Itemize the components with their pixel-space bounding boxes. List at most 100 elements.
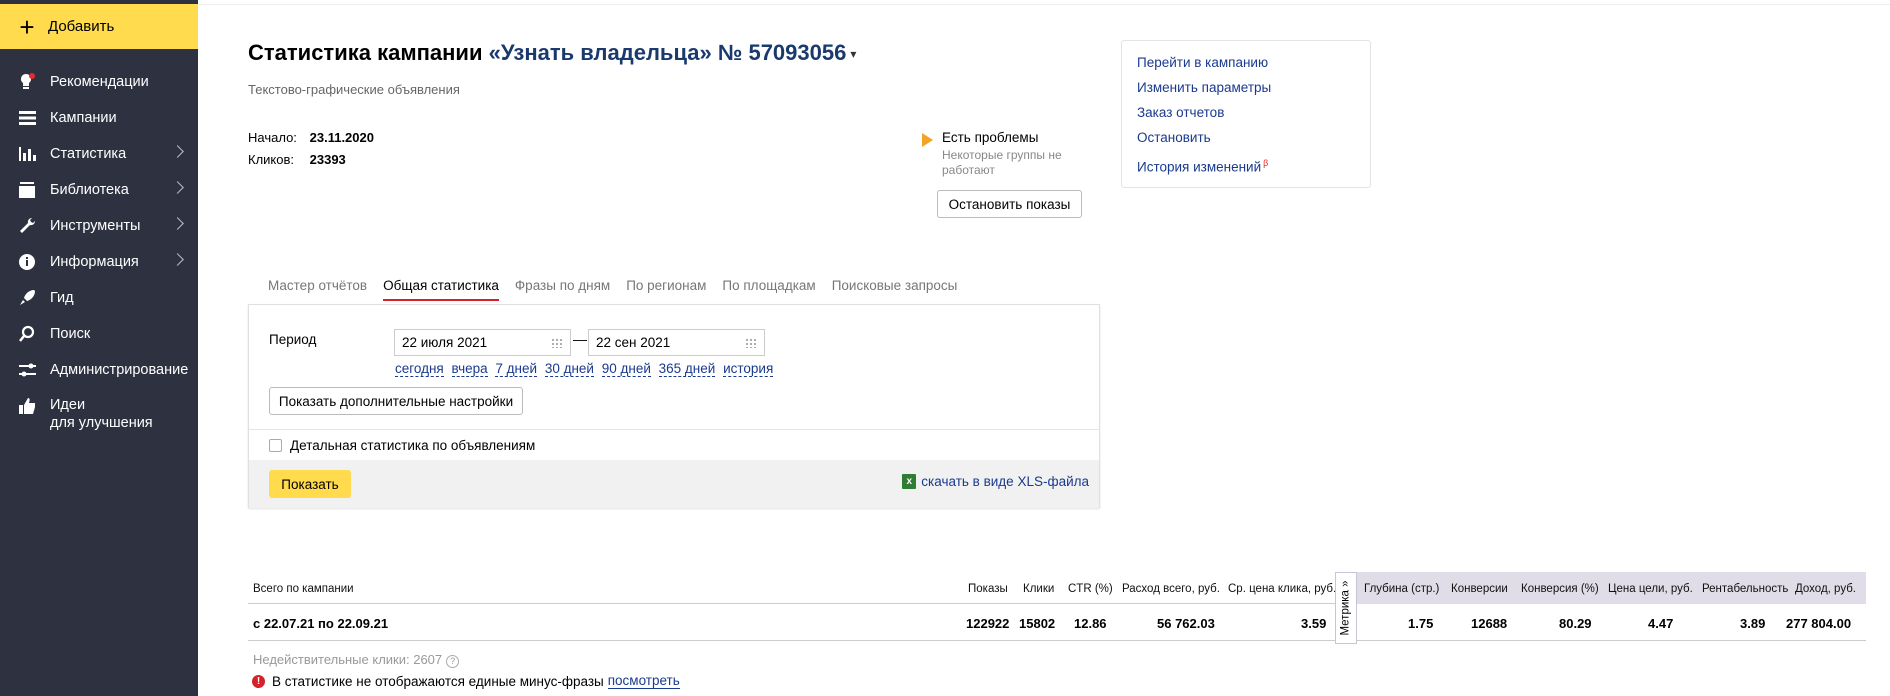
date-from-input[interactable]: 22 июля 2021: [394, 329, 571, 356]
row-spend: 56 762.03: [1157, 616, 1215, 631]
campaign-name[interactable]: «Узнать владельца» № 57093056: [489, 40, 847, 65]
sidebar-item-guide[interactable]: Гид: [0, 280, 198, 316]
clicks-row: Кликов: 23393: [248, 152, 346, 167]
sidebar-item-search[interactable]: Поиск: [0, 316, 198, 352]
sidebar-item-ideas[interactable]: Идеи для улучшения: [0, 388, 198, 440]
header-goal-cost[interactable]: Цена цели, руб.: [1608, 583, 1693, 595]
order-reports-link[interactable]: Заказ отчетов: [1137, 104, 1355, 129]
page-title-prefix: Статистика кампании: [248, 40, 483, 65]
sidebar-item-label: Инструменты: [50, 218, 141, 234]
chevron-right-icon: [171, 145, 184, 158]
header-conversions[interactable]: Конверсии: [1451, 583, 1508, 595]
filter-panel: Период 22 июля 2021 — 22 сен 2021 сегодн…: [248, 304, 1100, 508]
date-range-dash: —: [573, 331, 587, 347]
header-spend[interactable]: Расход всего, руб.: [1122, 583, 1220, 595]
sidebar-item-tools[interactable]: Инструменты: [0, 208, 198, 244]
metrika-toggle[interactable]: Метрика »: [1335, 572, 1357, 644]
header-depth[interactable]: Глубина (стр.): [1364, 583, 1439, 595]
sidebar-item-label: Статистика: [50, 146, 127, 162]
beta-badge: β: [1263, 158, 1269, 168]
period-365-days-link[interactable]: 365 дней: [658, 361, 716, 377]
row-clicks: 15802: [1019, 616, 1056, 631]
stop-ads-button[interactable]: Остановить показы: [937, 190, 1082, 218]
detail-stats-checkbox[interactable]: [269, 438, 282, 452]
sidebar-item-library[interactable]: Библиотека: [0, 172, 198, 208]
page-title: Статистика кампании «Узнать владельца» №…: [248, 40, 856, 66]
sidebar-item-admin[interactable]: Администрирование: [0, 352, 198, 388]
date-to-input[interactable]: 22 сен 2021: [588, 329, 765, 356]
period-yesterday-link[interactable]: вчера: [451, 361, 488, 377]
header-total: Всего по кампании: [253, 583, 354, 595]
search-icon: [19, 325, 35, 342]
row-period: с 22.07.21 по 22.09.21: [253, 616, 389, 631]
header-avg-cpc[interactable]: Ср. цена клика, руб.: [1228, 583, 1336, 595]
sidebar-item-info[interactable]: Информация: [0, 244, 198, 280]
date-from-value: 22 июля 2021: [402, 335, 488, 350]
header-conv-rate[interactable]: Конверсия (%): [1521, 583, 1599, 595]
header-shows[interactable]: Показы: [968, 583, 1008, 595]
period-90-days-link[interactable]: 90 дней: [601, 361, 651, 377]
add-button[interactable]: + Добавить: [0, 4, 198, 49]
period-history-link[interactable]: история: [723, 361, 774, 377]
tab-general-stats[interactable]: Общая статистика: [383, 278, 499, 301]
warning-text: В статистике не отображаются единые мину…: [272, 673, 604, 689]
sidebar-nav: Рекомендации Кампании Статистика Библиот…: [0, 64, 198, 440]
excel-icon: x: [902, 474, 917, 489]
sidebar-item-label: Идеи: [50, 397, 86, 413]
calendar-icon[interactable]: [745, 338, 758, 348]
row-conversions: 12688: [1471, 616, 1508, 631]
calendar-icon[interactable]: [551, 338, 564, 348]
tab-search-queries[interactable]: Поисковые запросы: [832, 278, 958, 301]
problems-text: Некоторые группы не работают: [942, 148, 1062, 177]
stop-link[interactable]: Остановить: [1137, 129, 1355, 154]
top-divider: [198, 4, 1890, 5]
caret-down-icon[interactable]: ▾: [850, 47, 856, 61]
change-history-label: История изменений: [1137, 159, 1262, 175]
lightbulb-icon: [21, 73, 35, 89]
sidebar-item-label: Рекомендации: [50, 74, 149, 90]
header-income[interactable]: Доход, руб.: [1795, 583, 1856, 595]
more-settings-button[interactable]: Показать дополнительные настройки: [269, 387, 523, 415]
view-link[interactable]: посмотреть: [607, 673, 680, 689]
sidebar-item-label: Гид: [50, 290, 74, 306]
chevron-right-icon: [171, 253, 184, 266]
help-icon[interactable]: ?: [446, 655, 460, 668]
campaign-type: Текстово-графические объявления: [248, 82, 460, 97]
header-ctr[interactable]: CTR (%): [1068, 583, 1113, 595]
info-icon: [19, 254, 35, 270]
thumbs-up-icon: [19, 398, 35, 414]
change-history-link[interactable]: История изменений β: [1137, 154, 1355, 179]
start-date-value: 23.11.2020: [309, 130, 374, 145]
show-button[interactable]: Показать: [269, 470, 351, 498]
tab-report-wizard[interactable]: Мастер отчётов: [268, 278, 367, 301]
problems-notice: Есть проблемы Некоторые группы не работа…: [922, 130, 1092, 178]
header-profitability[interactable]: Рентабельность: [1702, 583, 1788, 595]
chevron-right-icon: [171, 217, 184, 230]
header-clicks[interactable]: Клики: [1023, 583, 1054, 595]
chevron-right-icon: [171, 181, 184, 194]
start-date-label: Начало:: [248, 130, 297, 145]
invalid-clicks: Недействительные клики: 2607?: [253, 652, 460, 668]
tab-by-placement[interactable]: По площадкам: [722, 278, 815, 301]
period-30-days-link[interactable]: 30 дней: [544, 361, 594, 377]
detail-stats-label[interactable]: Детальная статистика по объявлениям: [290, 438, 535, 453]
period-today-link[interactable]: сегодня: [395, 361, 444, 377]
tab-phrases-by-day[interactable]: Фразы по дням: [515, 278, 610, 301]
submit-row: Показать x скачать в виде XLS-файла: [249, 460, 1099, 508]
warning-triangle-icon: [922, 133, 933, 147]
period-7-days-link[interactable]: 7 дней: [495, 361, 538, 377]
xls-download-link[interactable]: скачать в виде XLS-файла: [921, 474, 1089, 489]
sidebar-item-label: Библиотека: [50, 182, 129, 198]
tab-by-region[interactable]: По регионам: [626, 278, 706, 301]
sidebar-item-statistics[interactable]: Статистика: [0, 136, 198, 172]
edit-params-link[interactable]: Изменить параметры: [1137, 79, 1355, 104]
xls-download[interactable]: x скачать в виде XLS-файла: [902, 474, 1089, 489]
row-goal-cost: 4.47: [1648, 616, 1674, 631]
campaign-actions-box: Перейти в кампанию Изменить параметры За…: [1121, 40, 1371, 188]
plus-icon: +: [19, 11, 35, 42]
sidebar-item-recommendations[interactable]: Рекомендации: [0, 64, 198, 100]
sidebar-item-campaigns[interactable]: Кампании: [0, 100, 198, 136]
go-to-campaign-link[interactable]: Перейти в кампанию: [1137, 54, 1355, 79]
add-button-label: Добавить: [48, 18, 115, 35]
bar-chart-icon: [19, 147, 36, 161]
